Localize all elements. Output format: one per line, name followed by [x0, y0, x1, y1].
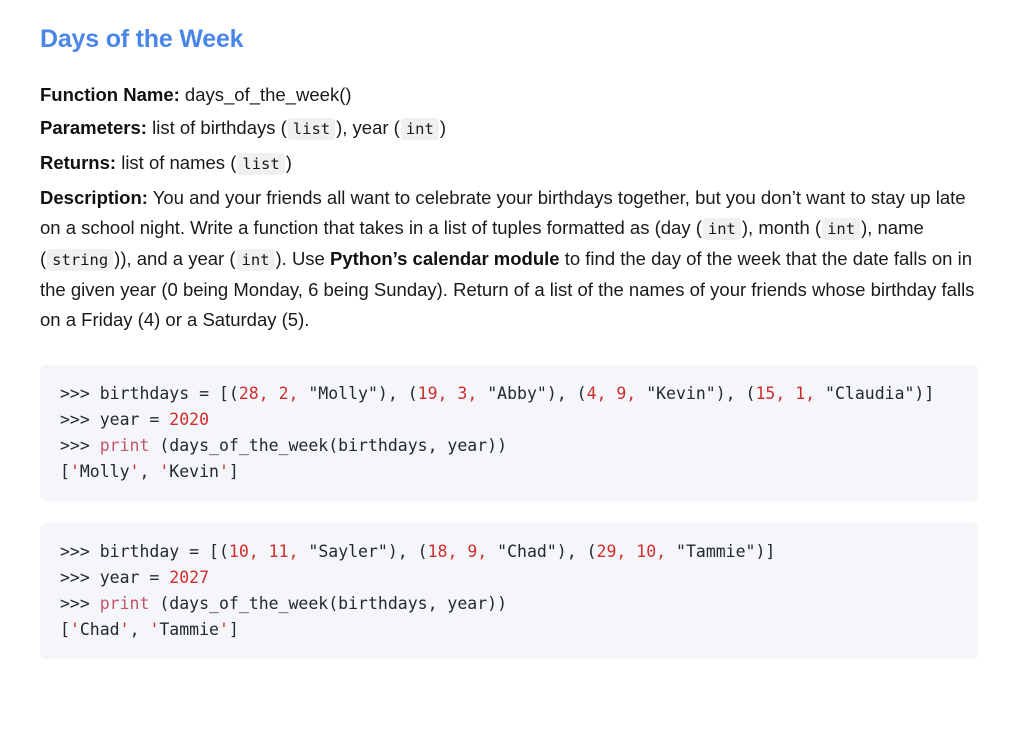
- inline-code-list-return: list: [237, 153, 285, 175]
- description-paragraph: Description: You and your friends all wa…: [40, 183, 984, 335]
- code-token: Chad: [79, 620, 120, 639]
- code-token: "Sayler"), (: [308, 542, 428, 561]
- description-part-2: ), month (: [741, 217, 822, 238]
- description-part-4: )), and a year (: [114, 248, 236, 269]
- code-token: ': [218, 620, 229, 639]
- code-token: 15,: [755, 384, 796, 403]
- code-token: 10,: [228, 542, 269, 561]
- code-line: >>> birthdays = [(28, 2, "Molly"), (19, …: [60, 381, 960, 407]
- parameters-text-1: list of birthdays (: [152, 117, 287, 138]
- code-token: 29,: [596, 542, 637, 561]
- code-token: ': [129, 462, 140, 481]
- inline-code-list: list: [287, 118, 336, 140]
- code-token: 3,: [457, 384, 488, 403]
- code-line: >>> birthday = [(10, 11, "Sayler"), (18,…: [60, 539, 960, 565]
- description-label: Description:: [40, 187, 148, 208]
- code-token: "Molly"), (: [308, 384, 418, 403]
- code-token: print: [99, 436, 150, 455]
- code-token: 2027: [169, 568, 210, 587]
- problem-statement-page: Days of the Week Function Name: days_of_…: [0, 0, 1024, 659]
- code-token: >>> year =: [60, 568, 170, 587]
- code-token: 19,: [417, 384, 458, 403]
- code-token: 2020: [169, 410, 210, 429]
- code-token: 9,: [467, 542, 498, 561]
- function-name-line: Function Name: days_of_the_week(): [40, 80, 984, 109]
- code-line: ['Chad', 'Tammie']: [60, 617, 960, 643]
- code-token: ': [218, 462, 229, 481]
- code-token: "Claudia")]: [825, 384, 935, 403]
- inline-code-day-int: int: [702, 218, 741, 240]
- code-token: Kevin: [169, 462, 219, 481]
- code-token: Molly: [79, 462, 130, 481]
- code-token: ]: [228, 620, 239, 639]
- code-token: ': [119, 620, 130, 639]
- parameters-text-3: ): [439, 117, 447, 138]
- code-token: 11,: [268, 542, 309, 561]
- code-token: >>>: [60, 436, 100, 455]
- code-token: 18,: [427, 542, 468, 561]
- returns-label: Returns:: [40, 152, 117, 173]
- code-token: "Kevin"), (: [646, 384, 756, 403]
- parameters-label: Parameters:: [40, 117, 147, 138]
- code-token: (days_of_the_week(birthdays, year)): [149, 594, 508, 613]
- code-token: 9,: [616, 384, 647, 403]
- returns-line: Returns: list of names (list): [40, 148, 984, 179]
- code-token: ,: [139, 462, 160, 481]
- code-line: >>> year = 2027: [60, 565, 960, 591]
- code-token: ]: [228, 462, 239, 481]
- code-example-block-1: >>> birthdays = [(28, 2, "Molly"), (19, …: [40, 365, 978, 501]
- code-token: 28,: [238, 384, 279, 403]
- parameters-line: Parameters: list of birthdays (list), ye…: [40, 113, 984, 144]
- inline-code-int: int: [400, 118, 439, 140]
- code-token: 4,: [586, 384, 617, 403]
- code-token: >>> birthdays = [(: [60, 384, 239, 403]
- code-line: >>> print (days_of_the_week(birthdays, y…: [60, 433, 960, 459]
- code-token: ,: [129, 620, 150, 639]
- code-token: >>> year =: [60, 410, 170, 429]
- code-token: ': [149, 620, 160, 639]
- code-token: ': [69, 620, 80, 639]
- code-token: Tammie: [159, 620, 219, 639]
- code-token: "Tammie")]: [676, 542, 776, 561]
- code-token: ': [69, 462, 80, 481]
- code-token: "Abby"), (: [487, 384, 587, 403]
- code-token: 1,: [795, 384, 826, 403]
- inline-code-month-int: int: [822, 218, 861, 240]
- code-line: ['Molly', 'Kevin']: [60, 459, 960, 485]
- code-token: (days_of_the_week(birthdays, year)): [149, 436, 508, 455]
- function-name-label: Function Name:: [40, 84, 180, 105]
- code-line: >>> year = 2020: [60, 407, 960, 433]
- code-token: >>>: [60, 594, 100, 613]
- inline-code-year-int: int: [236, 249, 275, 271]
- code-token: ': [159, 462, 170, 481]
- code-token: >>> birthday = [(: [60, 542, 229, 561]
- code-token: [: [60, 462, 70, 481]
- inline-code-name-string: string: [47, 249, 114, 271]
- page-title: Days of the Week: [40, 25, 244, 53]
- code-token: [: [60, 620, 70, 639]
- code-example-block-2: >>> birthday = [(10, 11, "Sayler"), (18,…: [40, 523, 978, 659]
- parameters-text-2: ), year (: [336, 117, 400, 138]
- code-line: >>> print (days_of_the_week(birthdays, y…: [60, 591, 960, 617]
- description-bold-calendar-module: Python’s calendar module: [329, 248, 560, 269]
- code-token: 10,: [636, 542, 677, 561]
- returns-text-1: list of names (: [121, 152, 237, 173]
- function-name-value: days_of_the_week(): [184, 84, 352, 105]
- description-part-5: ). Use: [275, 248, 330, 269]
- code-token: print: [99, 594, 150, 613]
- code-token: "Chad"), (: [497, 542, 597, 561]
- returns-text-2: ): [285, 152, 292, 173]
- code-token: 2,: [278, 384, 309, 403]
